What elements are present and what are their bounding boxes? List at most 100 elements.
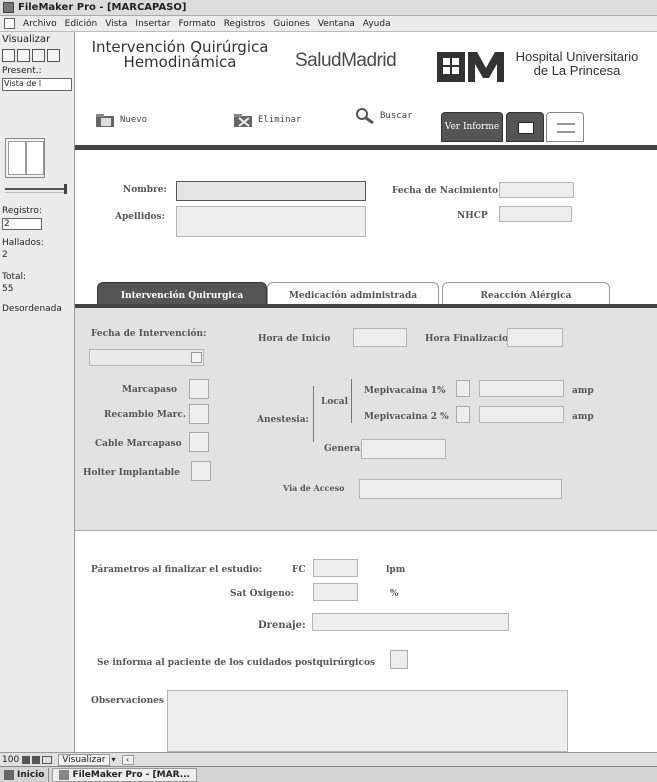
- mepivacaina-1-unit: amp: [572, 386, 594, 396]
- scroll-left-icon[interactable]: ‹: [121, 754, 134, 765]
- new-folder-icon: [96, 114, 114, 127]
- fc-field[interactable]: [313, 559, 358, 577]
- local-label: Local: [321, 397, 349, 407]
- zoom-out-icon[interactable]: [22, 755, 31, 764]
- zoom-in-icon[interactable]: [32, 755, 41, 764]
- record-label: Registro:: [2, 206, 42, 216]
- hospital-name: Hospital Universitario de La Princesa: [507, 50, 647, 78]
- sat-oxigeno-field[interactable]: [313, 583, 358, 601]
- hospital-line-2: de La Princesa: [533, 63, 621, 78]
- postquirurgico-label: Se informa al paciente de los cuidados p…: [97, 658, 376, 668]
- chevron-down-icon[interactable]: ▾: [112, 755, 116, 764]
- apellidos-label: Apellidos:: [115, 212, 165, 222]
- layout-mode-icon[interactable]: [32, 49, 45, 62]
- record-number-input[interactable]: 2: [2, 218, 42, 230]
- nombre-label: Nombre:: [123, 185, 167, 195]
- nhc-label: NHCP: [457, 211, 488, 221]
- record-book-icon[interactable]: [5, 138, 45, 178]
- marcapaso-label: Marcapaso: [122, 385, 178, 395]
- recambio-label: Recambio Marc.: [104, 410, 187, 420]
- apellidos-field[interactable]: [176, 206, 366, 237]
- menu-guiones[interactable]: Guiones: [269, 19, 314, 29]
- sat-oxigeno-label: Sat Oxigeno:: [230, 589, 295, 599]
- recambio-checkbox[interactable]: [189, 404, 209, 424]
- local-bracket: [351, 379, 352, 423]
- taskbar-filemaker-item[interactable]: FileMaker Pro - [MAR...: [52, 767, 197, 782]
- fc-unit: lpm: [386, 565, 406, 575]
- present-label: Present.:: [2, 66, 42, 76]
- observaciones-field[interactable]: [167, 690, 568, 752]
- end-time-field[interactable]: [507, 328, 563, 347]
- window-titlebar: FileMaker Pro - [MARCAPASO]: [0, 0, 657, 16]
- form-view-tab[interactable]: [506, 112, 544, 142]
- postquirurgico-checkbox[interactable]: [390, 650, 408, 669]
- find-mode-icon[interactable]: [17, 49, 30, 62]
- delete-record-button[interactable]: Eliminar: [233, 112, 301, 128]
- delete-folder-icon: [234, 114, 252, 127]
- mepivacaina-1-amount[interactable]: [479, 380, 564, 397]
- start-button[interactable]: Inicio: [0, 767, 50, 782]
- menu-registros[interactable]: Registros: [220, 19, 270, 29]
- nhc-field[interactable]: [499, 206, 572, 222]
- mode-label[interactable]: Visualizar: [2, 34, 50, 45]
- menu-bar: Archivo Edición Vista Insertar Formato R…: [0, 16, 657, 32]
- salud-madrid-logo: SaludMadrid: [295, 50, 397, 71]
- mepivacaina-2-unit: amp: [572, 412, 594, 422]
- filemaker-task-icon: [59, 769, 70, 780]
- mepivacaina-2-label: Mepivacaina 2 %: [364, 412, 449, 422]
- search-button[interactable]: Buscar: [355, 108, 413, 124]
- sort-status: Desordenada: [2, 304, 62, 314]
- menu-ayuda[interactable]: Ayuda: [359, 19, 395, 29]
- menu-vista[interactable]: Vista: [101, 19, 131, 29]
- fc-label: FC: [292, 565, 306, 575]
- intervention-date-field[interactable]: [89, 349, 204, 366]
- mepivacaina-2-amount[interactable]: [479, 406, 564, 423]
- holter-checkbox[interactable]: [191, 461, 211, 481]
- holter-label: Holter Implantable: [83, 468, 180, 478]
- anestesia-label: Anestesia:: [257, 415, 309, 425]
- total-value: 55: [2, 284, 14, 294]
- preview-mode-icon[interactable]: [47, 49, 60, 62]
- menu-ventana[interactable]: Ventana: [314, 19, 359, 29]
- document-icon[interactable]: [4, 18, 15, 29]
- birth-date-field[interactable]: [499, 182, 574, 198]
- found-value: 2: [2, 250, 8, 260]
- intervention-date-label: Fecha de Intervención:: [91, 329, 207, 339]
- new-record-button[interactable]: Nuevo: [95, 112, 147, 128]
- hospital-line-1: Hospital Universitario: [515, 49, 639, 64]
- delete-label: Eliminar: [258, 115, 302, 125]
- menu-edicion[interactable]: Edición: [61, 19, 102, 29]
- start-time-field[interactable]: [353, 328, 407, 347]
- mode-popup[interactable]: Visualizar: [58, 753, 110, 766]
- total-label: Total:: [2, 272, 27, 282]
- os-taskbar: Inicio FileMaker Pro - [MAR...: [0, 766, 657, 782]
- mepivacaina-2-checkbox[interactable]: [456, 406, 470, 423]
- new-label: Nuevo: [120, 115, 148, 125]
- search-label: Buscar: [380, 111, 413, 121]
- intervention-panel: Fecha de Intervención: Hora de Inicio Ho…: [75, 308, 657, 531]
- sat-oxigeno-unit: %: [390, 589, 399, 599]
- hospital-logo-icon: [437, 52, 504, 82]
- record-slider[interactable]: [5, 184, 67, 194]
- view-report-tab[interactable]: Ver Informe: [441, 112, 503, 142]
- marcapaso-checkbox[interactable]: [189, 379, 209, 399]
- birth-date-label: Fecha de Nacimiento: [392, 186, 499, 196]
- general-field[interactable]: [361, 439, 446, 459]
- menu-insertar[interactable]: Insertar: [131, 19, 174, 29]
- via-acceso-field[interactable]: [359, 479, 562, 499]
- mepivacaina-1-label: Mepivacaina 1%: [364, 386, 446, 396]
- nombre-field[interactable]: [176, 181, 366, 201]
- cable-checkbox[interactable]: [189, 432, 209, 452]
- drenaje-field[interactable]: [312, 613, 509, 631]
- taskbar-filemaker-label: FileMaker Pro - [MAR...: [72, 769, 190, 780]
- layout-select[interactable]: Vista de l: [2, 78, 72, 91]
- calendar-icon[interactable]: [191, 352, 202, 363]
- status-toggle-icon[interactable]: [42, 755, 53, 764]
- list-view-tab[interactable]: [546, 112, 584, 142]
- mepivacaina-1-checkbox[interactable]: [456, 380, 470, 397]
- menu-formato[interactable]: Formato: [174, 19, 219, 29]
- end-params-label: Párametros al finalizar el estudio:: [91, 565, 263, 575]
- zoom-level[interactable]: 100: [0, 755, 19, 765]
- browse-mode-icon[interactable]: [2, 49, 15, 62]
- menu-archivo[interactable]: Archivo: [19, 19, 61, 29]
